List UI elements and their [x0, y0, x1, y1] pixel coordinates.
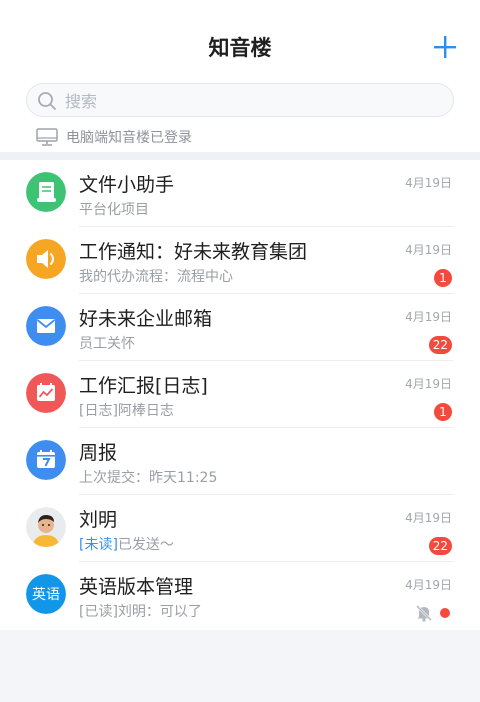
conversation-date: 4月19日 [405, 310, 452, 324]
document-icon [26, 172, 66, 212]
conversation-item-file-assistant[interactable]: 文件小助手 平台化项目 4月19日 [0, 160, 480, 227]
group-avatar-text: 英语 [26, 574, 66, 614]
person-photo [26, 507, 66, 547]
conversation-name: 周报 [79, 442, 118, 464]
conversation-preview: [日志]阿棒日志 [79, 403, 174, 419]
unread-tag: [未读] [79, 537, 118, 553]
conversation-name: 好未来企业邮箱 [79, 308, 213, 330]
conversation-name: 刘明 [79, 509, 118, 531]
report-chart-icon [26, 373, 66, 413]
search-bar[interactable] [26, 83, 454, 117]
mute-bell-icon [416, 605, 432, 622]
conversation-name: 工作通知：好未来教育集团 [79, 241, 308, 263]
avatar [26, 440, 66, 480]
group-avatar: 英语 [26, 574, 66, 614]
unread-dot [440, 608, 450, 618]
page-title: 知音楼 [208, 36, 272, 60]
avatar [26, 373, 66, 413]
user-avatar [26, 507, 66, 547]
preview-text: 已发送～ [117, 537, 174, 553]
conversation-date: 4月19日 [405, 578, 452, 592]
unread-badge: 1 [434, 269, 452, 287]
mail-icon [26, 306, 66, 346]
speaker-icon [26, 239, 66, 279]
unread-badge: 1 [434, 403, 452, 421]
conversation-preview: [未读]已发送～ [79, 534, 174, 554]
conversation-name: 文件小助手 [79, 174, 175, 196]
calendar-icon [26, 440, 66, 480]
conversation-preview: 员工关怀 [79, 336, 135, 352]
conversation-date: 4月19日 [405, 511, 452, 525]
conversation-preview: 上次提交：昨天11:25 [79, 470, 218, 486]
conversation-name: 工作汇报[日志] [79, 375, 208, 397]
header-area: 知音楼 电脑端知音楼已登录 [0, 0, 480, 154]
section-separator [0, 152, 480, 160]
search-input[interactable] [63, 88, 447, 114]
plus-icon[interactable] [434, 36, 456, 58]
conversation-item-enterprise-mail[interactable]: 好未来企业邮箱 员工关怀 4月19日 22 [0, 294, 480, 361]
avatar [26, 172, 66, 212]
search-icon [38, 92, 56, 110]
pc-login-text: 电脑端知音楼已登录 [66, 130, 192, 146]
conversation-item-work-notice[interactable]: 工作通知：好未来教育集团 我的代办流程：流程中心 4月19日 1 [0, 227, 480, 294]
monitor-icon [36, 128, 58, 146]
conversation-item-work-report[interactable]: 工作汇报[日志] [日志]阿棒日志 4月19日 1 [0, 361, 480, 428]
pc-login-status[interactable]: 电脑端知音楼已登录 [36, 126, 192, 148]
avatar [26, 306, 66, 346]
conversation-date: 4月19日 [405, 176, 452, 190]
unread-badge: 22 [428, 336, 452, 354]
conversation-date: 4月19日 [405, 243, 452, 257]
conversation-item-weekly-report[interactable]: 周报 上次提交：昨天11:25 [0, 428, 480, 495]
conversation-preview: [已读]刘明：可以了 [79, 604, 202, 620]
conversation-name: 英语版本管理 [79, 576, 194, 598]
conversation-date: 4月19日 [405, 377, 452, 391]
avatar [26, 239, 66, 279]
conversation-preview: 我的代办流程：流程中心 [79, 269, 233, 285]
unread-badge: 22 [428, 537, 452, 555]
conversation-preview: 平台化项目 [79, 202, 149, 218]
conversation-item-english-version[interactable]: 英语 英语版本管理 [已读]刘明：可以了 4月19日 [0, 562, 480, 629]
conversation-list: 文件小助手 平台化项目 4月19日 工作通知：好未来教育集团 我的代办流程：流程… [0, 160, 480, 630]
conversation-item-liu-ming[interactable]: 刘明 [未读]已发送～ 4月19日 22 [0, 495, 480, 562]
